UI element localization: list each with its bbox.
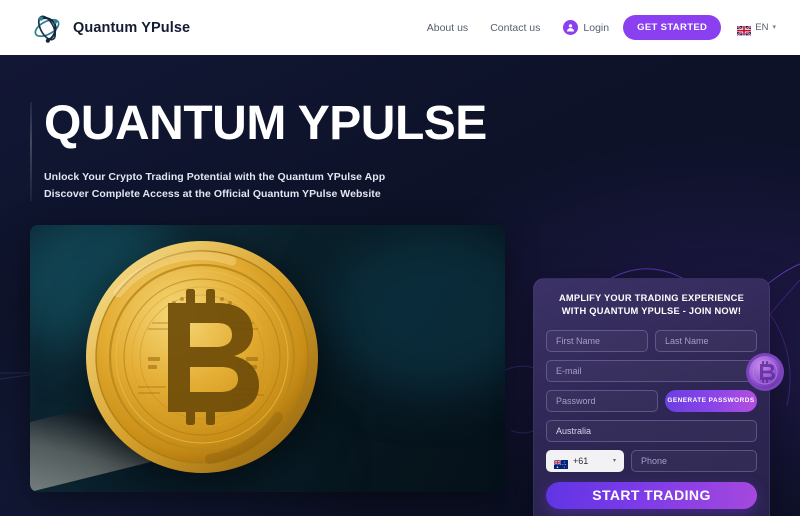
language-selector[interactable]: EN ▾ xyxy=(736,22,776,37)
country-input[interactable] xyxy=(546,419,757,442)
bitcoin-hero-image xyxy=(30,225,505,492)
last-name-input[interactable] xyxy=(655,329,757,352)
nav-link-about-us[interactable]: About us xyxy=(416,22,479,34)
country-code-select[interactable]: +61 ▾ xyxy=(546,449,624,472)
phone-row: +61 ▾ xyxy=(546,449,757,472)
hero-subtitle-line-1: Unlock Your Crypto Trading Potential wit… xyxy=(44,171,386,183)
user-avatar-icon xyxy=(563,20,579,35)
chevron-down-icon: ▾ xyxy=(772,24,776,31)
email-row xyxy=(546,359,757,382)
get-started-button[interactable]: GET STARTED xyxy=(623,15,722,40)
hero-copy: QUANTUM YPULSE Unlock Your Crypto Tradin… xyxy=(30,100,500,203)
login-label: Login xyxy=(583,21,610,34)
main-nav: About us Contact us Login GET STARTED EN… xyxy=(416,15,776,40)
signup-form-panel: AMPLIFY YOUR TRADING EXPERIENCE WITH QUA… xyxy=(533,278,770,516)
uk-flag-icon xyxy=(736,23,752,37)
login-button[interactable]: Login xyxy=(551,20,619,35)
password-row: GENERATE PASSWORDS xyxy=(546,389,757,412)
email-input[interactable] xyxy=(546,359,757,382)
first-name-input[interactable] xyxy=(546,329,648,352)
hero-section: QUANTUM YPULSE Unlock Your Crypto Tradin… xyxy=(0,55,800,516)
country-row xyxy=(546,419,757,442)
name-row xyxy=(546,329,757,352)
brand-name: Quantum YPulse xyxy=(73,19,191,36)
gold-bitcoin-coin-icon xyxy=(82,237,322,477)
chevron-down-icon: ▾ xyxy=(612,458,616,465)
form-title: AMPLIFY YOUR TRADING EXPERIENCE WITH QUA… xyxy=(558,293,745,317)
language-code: EN xyxy=(755,22,769,33)
brand-logo-group[interactable]: Quantum YPulse xyxy=(30,11,190,45)
phone-input[interactable] xyxy=(631,449,757,472)
australia-flag-icon xyxy=(553,456,568,469)
site-header: Quantum YPulse About us Contact us Login… xyxy=(0,0,800,55)
nav-link-contact-us[interactable]: Contact us xyxy=(479,22,551,34)
password-input[interactable] xyxy=(546,389,658,412)
atom-orbital-icon xyxy=(30,11,64,45)
hero-subtitle: Unlock Your Crypto Trading Potential wit… xyxy=(44,169,500,203)
page-title: QUANTUM YPULSE xyxy=(44,97,487,150)
dial-code-value: +61 xyxy=(573,455,589,466)
purple-bitcoin-coin-icon xyxy=(745,352,785,392)
generate-passwords-button[interactable]: GENERATE PASSWORDS xyxy=(665,389,757,412)
hero-subtitle-line-2: Discover Complete Access at the Official… xyxy=(44,188,381,200)
start-trading-button[interactable]: START TRADING xyxy=(546,481,757,509)
